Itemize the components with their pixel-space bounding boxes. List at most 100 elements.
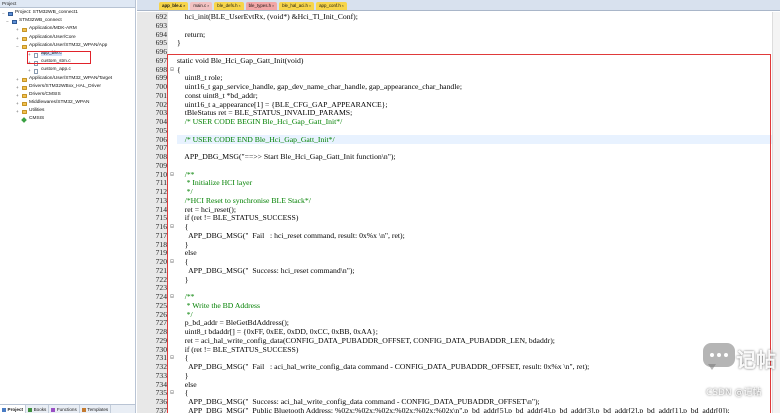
code-text[interactable]: { <box>177 353 189 362</box>
panel-tab-templates[interactable]: Templates <box>80 405 112 413</box>
folder-icon <box>22 102 27 107</box>
code-area[interactable]: 692 hci_init(BLE_UserEvtRx, (void*) &Hci… <box>137 12 780 413</box>
code-text[interactable]: uint16_t a_appearance[1] = {BLE_CFG_GAP_… <box>177 100 388 109</box>
code-text[interactable]: else <box>177 248 197 257</box>
code-text[interactable]: p_bd_addr = BleGetBdAddress(); <box>177 318 289 327</box>
file-tab[interactable]: main.c × <box>190 2 213 10</box>
code-text[interactable]: ret = hci_reset(); <box>177 205 236 214</box>
panel-tab-project[interactable]: Project <box>0 405 27 413</box>
tree-item[interactable]: + app_ble.c <box>0 50 135 59</box>
tree-item[interactable]: + Application/MDK-ARM <box>0 26 135 34</box>
code-text[interactable]: APP_DBG_MSG(" Fail : hci_reset command, … <box>177 231 405 240</box>
code-text[interactable]: APP_DBG_MSG(" Public Bluetooth Address: … <box>177 406 730 413</box>
close-icon[interactable]: × <box>239 2 241 10</box>
tree-item[interactable]: − Project: STM32WB_connect1 <box>0 10 135 18</box>
code-text[interactable]: uint16_t gap_service_handle, gap_dev_nam… <box>177 82 462 91</box>
code-text[interactable]: else <box>177 380 197 389</box>
collapse-icon[interactable]: − <box>16 44 20 49</box>
panel-tab-books[interactable]: Books <box>26 405 50 413</box>
file-tab[interactable]: ble_types.h × <box>245 2 278 10</box>
code-line: 699 uint8_t role; <box>137 73 780 82</box>
tree-item[interactable]: + custom_app.c <box>0 67 135 75</box>
code-text[interactable]: { <box>177 257 189 266</box>
fold-toggle-icon[interactable]: ⊟ <box>169 258 175 265</box>
code-text[interactable]: if (ret != BLE_STATUS_SUCCESS) <box>177 345 299 354</box>
code-text[interactable]: } <box>177 371 189 380</box>
fold-toggle-icon[interactable]: ⊟ <box>169 389 175 396</box>
line-number: 727 <box>155 318 167 328</box>
code-text[interactable]: } <box>177 38 181 47</box>
collapse-icon[interactable]: − <box>2 11 6 16</box>
code-text[interactable]: /** <box>177 292 195 301</box>
code-text[interactable]: } <box>177 240 189 249</box>
close-icon[interactable]: × <box>183 2 185 10</box>
expand-icon[interactable]: + <box>16 101 20 106</box>
close-icon[interactable]: × <box>342 2 344 10</box>
tree-item[interactable]: + Drivers/STM32WBxx_HAL_Driver <box>0 84 135 92</box>
code-text[interactable]: static void Ble_Hci_Gap_Gatt_Init(void) <box>177 56 303 65</box>
file-tab[interactable]: app_ble.c × <box>159 2 189 10</box>
tree-item-label: Middlewares/STM32_WPAN <box>29 100 90 106</box>
code-text[interactable]: ret = aci_hal_write_config_data(CONFIG_D… <box>177 336 555 345</box>
close-icon[interactable]: × <box>207 2 209 10</box>
tree-item[interactable]: + Application/User/STM32_WPAN/Target <box>0 76 135 84</box>
fold-toggle-icon[interactable]: ⊟ <box>169 354 175 361</box>
code-text[interactable]: * Write the BD Address <box>177 301 260 310</box>
fold-toggle-icon[interactable]: ⊟ <box>169 171 175 178</box>
expand-icon[interactable]: + <box>16 110 20 115</box>
expand-icon[interactable]: + <box>16 93 20 98</box>
code-text[interactable]: */ <box>177 310 193 319</box>
close-icon[interactable]: × <box>309 2 311 10</box>
code-text[interactable]: APP_DBG_MSG(" Success: hci_reset command… <box>177 266 354 275</box>
tree-item[interactable]: + Middlewares/STM32_WPAN <box>0 100 135 108</box>
tree-item[interactable]: − Application/User/STM32_WPAN/App <box>0 43 135 51</box>
file-tab[interactable]: app_conf.h × <box>316 2 347 10</box>
expand-icon[interactable]: + <box>16 36 20 41</box>
code-text[interactable]: uint8_t role; <box>177 73 223 82</box>
code-text[interactable]: tBleStatus ret = BLE_STATUS_INVALID_PARA… <box>177 108 353 117</box>
tree-item[interactable]: CMSIS <box>0 116 135 124</box>
code-text[interactable]: */ <box>177 187 193 196</box>
panel-tab-functions[interactable]: Functions <box>49 405 80 413</box>
code-line: 734 else <box>137 380 780 389</box>
code-text[interactable]: hci_init(BLE_UserEvtRx, (void*) &Hci_Tl_… <box>177 12 358 21</box>
code-text[interactable]: /* USER CODE BEGIN Ble_Hci_Gap_Gatt_Init… <box>177 117 343 126</box>
tree-item[interactable]: + Utilities <box>0 108 135 116</box>
expand-icon[interactable]: + <box>16 85 20 90</box>
code-text[interactable]: uint8_t bdaddr[] = {0xFF, 0xEE, 0xDD, 0x… <box>177 327 378 336</box>
code-text[interactable]: const uint8_t *bd_addr; <box>177 91 258 100</box>
code-text[interactable]: { <box>177 65 181 74</box>
code-text[interactable]: /** <box>177 170 195 179</box>
fold-toggle-icon[interactable]: ⊟ <box>169 66 175 73</box>
code-text[interactable]: APP_DBG_MSG(" Success: aci_hal_write_con… <box>177 397 540 406</box>
file-tab-strip: app_ble.c × main.c × ble_defs.h × ble_types.h ×… <box>137 0 780 11</box>
code-text[interactable]: { <box>177 222 189 231</box>
right-scroll-edge[interactable] <box>772 12 780 413</box>
code-text[interactable]: APP_DBG_MSG("==>> Start Ble_Hci_Gap_Gatt… <box>177 152 395 161</box>
code-text[interactable]: return; <box>177 30 206 39</box>
code-text[interactable]: } <box>177 275 189 284</box>
code-line: 709 <box>137 161 780 170</box>
tree-item[interactable]: + Application/User/Core <box>0 35 135 43</box>
collapse-icon[interactable]: − <box>6 19 10 24</box>
code-text[interactable]: /*HCI Reset to synchronise BLE Stack*/ <box>177 196 311 205</box>
tree-item[interactable]: + Drivers/CMSIS <box>0 92 135 100</box>
expand-icon[interactable]: + <box>28 69 32 74</box>
file-tab[interactable]: ble_hal_aci.h × <box>279 2 315 10</box>
code-text[interactable]: if (ret != BLE_STATUS_SUCCESS) <box>177 213 299 222</box>
expand-icon[interactable]: + <box>16 28 20 33</box>
fold-toggle-icon[interactable]: ⊟ <box>169 223 175 230</box>
code-text[interactable]: /* USER CODE END Ble_Hci_Gap_Gatt_Init*/ <box>177 134 774 144</box>
line-number: 707 <box>155 143 167 153</box>
close-icon[interactable]: × <box>272 2 274 10</box>
line-number: 732 <box>155 362 167 371</box>
file-tab[interactable]: ble_defs.h × <box>214 2 244 10</box>
code-text[interactable]: * Initialize HCI layer <box>177 178 253 187</box>
expand-icon[interactable]: + <box>16 77 20 82</box>
code-text[interactable]: APP_DBG_MSG(" Fail : aci_hal_write_confi… <box>177 362 589 371</box>
fold-toggle-icon[interactable]: ⊟ <box>169 293 175 300</box>
expand-icon[interactable]: + <box>28 52 32 57</box>
code-text[interactable]: { <box>177 388 189 397</box>
expand-icon[interactable]: + <box>28 60 32 65</box>
code-editor[interactable]: app_ble.c × main.c × ble_defs.h × ble_types.h ×… <box>137 0 780 413</box>
